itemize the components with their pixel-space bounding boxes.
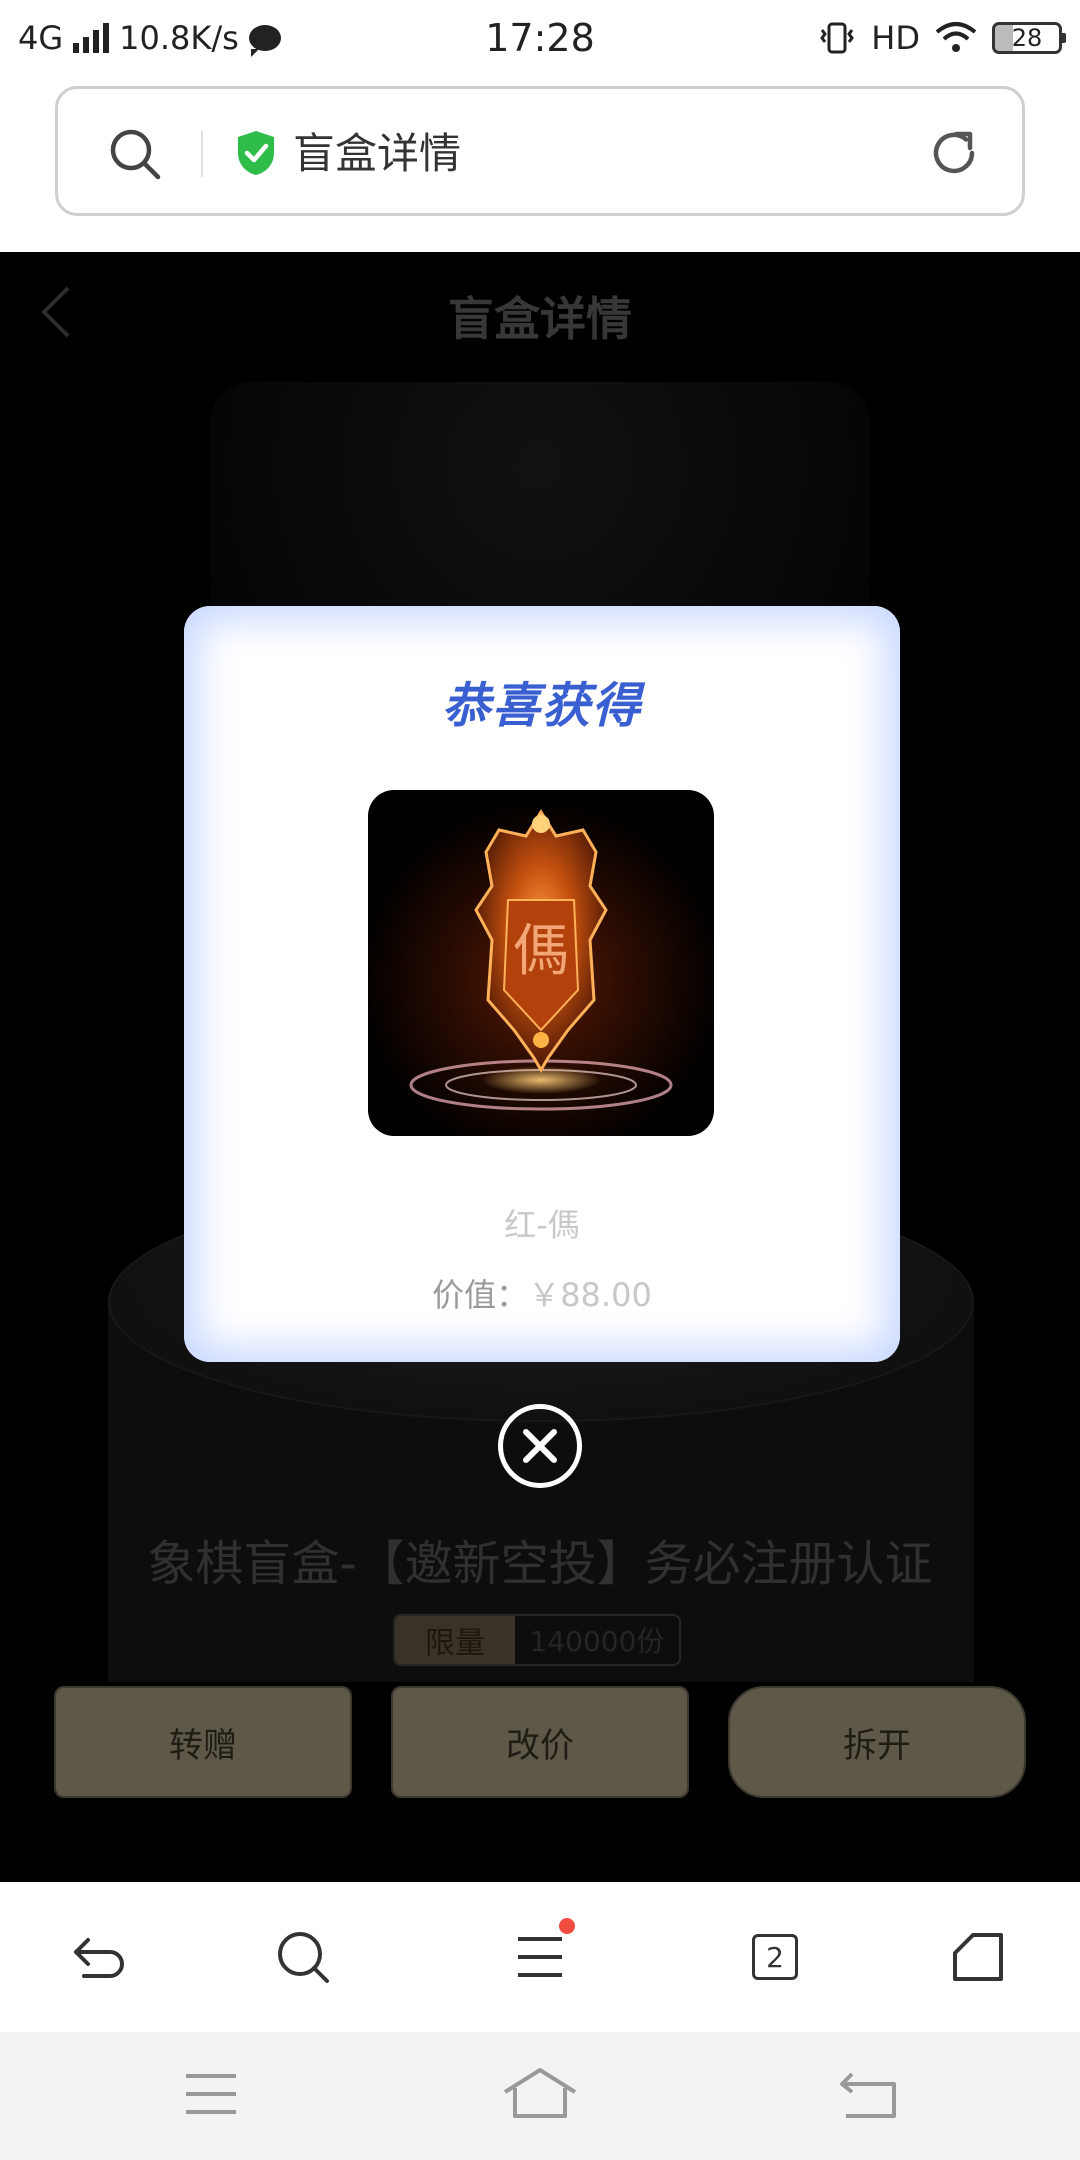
search-icon [278,1932,329,1983]
toolbar-search-button[interactable] [258,1912,348,2002]
recent-apps-button[interactable] [166,2056,256,2136]
wifi-icon [935,22,977,52]
prize-name: 红-傌 [504,1206,580,1244]
toolbar-tabs-button[interactable]: 2 [730,1912,820,2002]
reprice-button[interactable]: 改价 [391,1686,689,1798]
home-outline-icon [503,2068,577,2118]
open-button[interactable]: 拆开 [728,1686,1026,1798]
toolbar-menu-button[interactable] [495,1912,585,2002]
tabs-count: 2 [752,1934,798,1980]
prize-value-label: 价值： [432,1276,529,1314]
hd-indicator: HD [871,19,920,57]
prize-value: 价值：￥88.00 [184,1270,900,1316]
status-right: HD 28 [817,14,1066,62]
secure-shield-icon [238,131,274,175]
gift-button[interactable]: 转赠 [54,1686,352,1798]
battery-icon: 28 [992,22,1066,54]
close-modal-button[interactable] [498,1404,582,1488]
browser-top-bar: 盲盒详情 [0,76,1080,252]
reload-icon[interactable] [926,125,982,181]
battery-level: 28 [1011,24,1043,52]
notification-dot [559,1918,575,1934]
browser-toolbar: 2 [0,1882,1080,2032]
recents-icon [186,2074,236,2114]
modal-title: 恭喜获得 [441,678,642,734]
search-icon[interactable] [106,125,164,183]
undo-arrow-icon [74,1938,124,1978]
toolbar-back-button[interactable] [55,1912,145,2002]
home-icon [953,1933,1003,1981]
system-home-button[interactable] [495,2056,585,2136]
address-bar[interactable]: 盲盒详情 [55,86,1025,216]
piece-character: 傌 [513,919,569,984]
vibrate-icon [820,22,855,54]
close-icon [523,1429,557,1463]
toolbar-home-button[interactable] [934,1912,1024,2002]
chess-piece-artwork: 傌 [409,809,673,1111]
system-back-button[interactable] [824,2056,914,2136]
status-bar: 4G 10.8K/s 17:28 HD 28 [0,0,1080,76]
back-return-icon [840,2072,896,2118]
prize-image: 傌 [368,790,714,1136]
address-text[interactable]: 盲盒详情 [293,119,461,189]
prize-value-amount: ￥88.00 [528,1276,652,1314]
system-navigation-bar [0,2032,1080,2160]
address-divider [201,131,203,177]
prize-modal: 恭喜获得 傌 红-傌 价值：￥88.00 [184,606,900,1362]
menu-icon [518,1937,562,1977]
